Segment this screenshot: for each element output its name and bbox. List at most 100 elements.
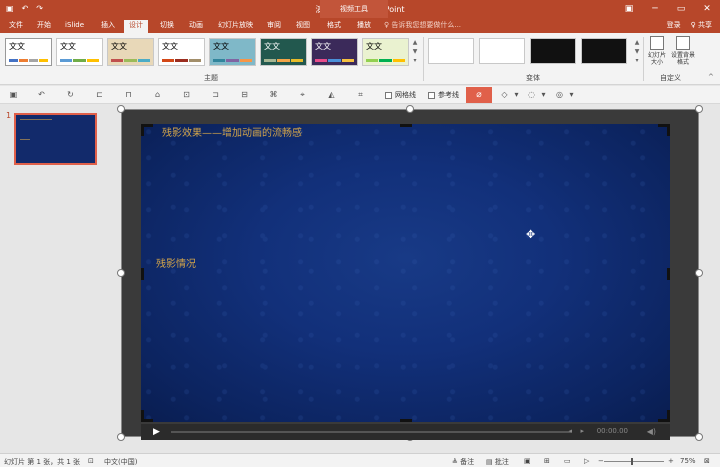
zoom-slider[interactable] — [604, 461, 664, 462]
zoom-level[interactable]: 75% — [680, 457, 696, 465]
gridlines-label: 网格线 — [395, 91, 416, 99]
variant-1[interactable] — [428, 38, 474, 64]
crop-handle-bottom-right[interactable] — [667, 410, 670, 422]
brush-icon[interactable]: ⌘ — [269, 90, 278, 99]
undo-icon[interactable]: ↶ — [37, 90, 46, 99]
record-icon[interactable]: ⌀ — [466, 87, 492, 103]
tab-home[interactable]: 开始 — [32, 20, 56, 33]
tab-islide[interactable]: iSlide — [60, 20, 89, 33]
tab-format[interactable]: 格式 — [322, 20, 346, 33]
effect-icon[interactable]: ◎ — [555, 90, 564, 99]
theme-3[interactable]: 文文 — [107, 38, 154, 66]
zoom-in-icon[interactable]: + — [668, 457, 674, 465]
seek-bar[interactable] — [171, 431, 571, 433]
delete-icon[interactable]: ⊟ — [240, 90, 249, 99]
variant-4[interactable] — [581, 38, 627, 64]
slide-size-button[interactable]: 幻灯片大小 — [646, 36, 668, 66]
tab-transitions[interactable]: 切换 — [155, 20, 179, 33]
variant-2[interactable] — [479, 38, 525, 64]
restore-button[interactable]: ▭ — [668, 0, 694, 18]
tab-design[interactable]: 设计 — [124, 20, 148, 33]
crop-handle-top-right[interactable] — [667, 124, 670, 136]
slide-thumbnail-pane: 1 — [0, 105, 112, 453]
forward-icon[interactable]: ▸ — [580, 427, 584, 435]
notes-button[interactable]: ≜ 备注 — [452, 457, 474, 467]
zoom-slider-knob[interactable] — [631, 458, 633, 465]
guides-checkbox[interactable]: 参考线 — [428, 90, 459, 100]
resize-handle-top[interactable] — [406, 105, 414, 113]
guides-label: 参考线 — [438, 91, 459, 99]
pin-icon[interactable]: ⌖ — [298, 90, 307, 99]
slide-sorter-icon[interactable]: ⊞ — [544, 457, 550, 465]
resize-handle-bottom-right[interactable] — [695, 433, 703, 441]
ribbon-display-icon[interactable]: ▣ — [616, 0, 642, 18]
video-toolbar: ▣ ↶ ↻ ⊏ ⊓ ⌂ ⊡ ⊐ ⊟ ⌘ ⌖ ◭ ⌗ 网格线 参考线 ⌀ ◇ ▾ … — [0, 86, 720, 104]
variants-scroll[interactable]: ▲ ▼ ▾ — [633, 38, 641, 66]
tab-slideshow[interactable]: 幻灯片放映 — [213, 20, 258, 33]
spellcheck-icon[interactable]: ⊡ — [88, 457, 94, 465]
tell-me-search[interactable]: ♀ 告诉我您想要做什么... — [384, 20, 461, 30]
collapse-ribbon-icon[interactable]: ^ — [708, 73, 714, 81]
themes-scroll[interactable]: ▲ ▼ ▾ — [411, 38, 419, 66]
align-left-icon[interactable]: ⊏ — [95, 90, 104, 99]
align-center-icon[interactable]: ⊓ — [124, 90, 133, 99]
fit-slide-icon[interactable]: ⊠ — [704, 457, 710, 465]
outline-icon[interactable]: ◌ — [527, 90, 536, 99]
lock-icon[interactable]: ⌂ — [153, 90, 162, 99]
play-button[interactable]: ▶ — [153, 427, 160, 437]
dropdown-chevron-icon[interactable]: ▾ — [512, 90, 521, 99]
variant-3[interactable] — [530, 38, 576, 64]
tab-animations[interactable]: 动画 — [184, 20, 208, 33]
theme-8[interactable]: 文文 — [362, 38, 409, 66]
resize-handle-left[interactable] — [117, 269, 125, 277]
crop-handle-left[interactable] — [141, 268, 144, 280]
zoom-out-icon[interactable]: − — [598, 457, 604, 465]
theme-2[interactable]: 文文 — [56, 38, 103, 66]
tab-playback[interactable]: 播放 — [352, 20, 376, 33]
tab-insert[interactable]: 插入 — [96, 20, 120, 33]
distribute-icon[interactable]: ⊐ — [211, 90, 220, 99]
slide-thumbnail[interactable] — [14, 113, 97, 165]
theme-4[interactable]: 文文 — [158, 38, 205, 66]
tab-view[interactable]: 视图 — [291, 20, 315, 33]
resize-handle-right[interactable] — [695, 269, 703, 277]
resize-handle-top-right[interactable] — [695, 105, 703, 113]
resize-handle-top-left[interactable] — [117, 105, 125, 113]
dropdown-chevron-icon[interactable]: ▾ — [567, 90, 576, 99]
back-icon[interactable]: ◂ — [568, 427, 572, 435]
language-indicator[interactable]: 中文(中国) — [104, 457, 137, 467]
crop-icon[interactable]: ⌗ — [356, 90, 365, 99]
crop-handle-right[interactable] — [667, 268, 670, 280]
minimize-button[interactable]: ─ — [642, 0, 668, 18]
save-icon[interactable]: ▣ — [9, 90, 18, 99]
theme-6[interactable]: 文文 — [260, 38, 307, 66]
crop-handle-top-left[interactable] — [141, 124, 144, 136]
dropdown-chevron-icon[interactable]: ▾ — [539, 90, 548, 99]
theme-5[interactable]: 文文 — [209, 38, 256, 66]
format-background-button[interactable]: 设置背景格式 — [670, 36, 696, 66]
tab-review[interactable]: 审阅 — [262, 20, 286, 33]
reading-view-icon[interactable]: ▭ — [564, 457, 571, 465]
group-icon[interactable]: ⊡ — [182, 90, 191, 99]
login-link[interactable]: 登录 — [667, 20, 681, 30]
shape-fill-icon[interactable]: ◇ — [500, 90, 509, 99]
crop-handle-bottom[interactable] — [400, 419, 412, 422]
gridlines-checkbox[interactable]: 网格线 — [385, 90, 416, 100]
share-button[interactable]: ♀ 共享 — [691, 20, 712, 30]
crop-handle-bottom-left[interactable] — [141, 410, 144, 422]
shape-icon[interactable]: ◭ — [327, 90, 336, 99]
close-button[interactable]: ✕ — [694, 0, 720, 18]
resize-handle-bottom-left[interactable] — [117, 433, 125, 441]
theme-label: 文文 — [315, 42, 331, 51]
customize-group-label: 自定义 — [660, 74, 681, 82]
normal-view-icon[interactable]: ▣ — [524, 457, 531, 465]
comments-button[interactable]: ▤ 批注 — [486, 457, 509, 467]
slideshow-view-icon[interactable]: ▷ — [584, 457, 589, 465]
redo-icon[interactable]: ↻ — [66, 90, 75, 99]
crop-handle-top[interactable] — [400, 124, 412, 127]
theme-office[interactable]: 文文 — [5, 38, 52, 66]
tab-file[interactable]: 文件 — [4, 20, 28, 33]
theme-7[interactable]: 文文 — [311, 38, 358, 66]
theme-label: 文文 — [9, 42, 25, 51]
volume-icon[interactable]: ◀) — [647, 427, 656, 436]
